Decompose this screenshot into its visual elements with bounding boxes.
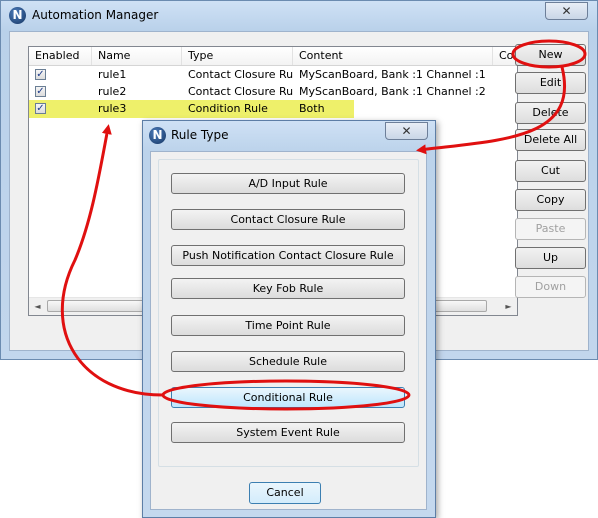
- row-name: rule3: [98, 102, 127, 115]
- scroll-right-icon[interactable]: ►: [500, 298, 517, 315]
- table-row[interactable]: ✓ rule2 Contact Closure Rule MyScanBoard…: [29, 83, 517, 101]
- rule-type-dialog: N Rule Type ✕ A/D Input Rule Contact Clo…: [142, 120, 436, 518]
- row-content: Both: [299, 102, 325, 115]
- cancel-button[interactable]: Cancel: [249, 482, 321, 504]
- ad-input-rule-button[interactable]: A/D Input Rule: [171, 173, 405, 194]
- row-content: MyScanBoard, Bank :1 Channel :1: [299, 68, 486, 81]
- down-button[interactable]: Down: [515, 276, 586, 298]
- enabled-checkbox[interactable]: ✓: [35, 103, 46, 114]
- table-row[interactable]: ✓ rule3 Condition Rule Both: [29, 100, 517, 118]
- key-fob-rule-button[interactable]: Key Fob Rule: [171, 278, 405, 299]
- delete-button[interactable]: Delete: [515, 102, 586, 124]
- window-title: Automation Manager: [32, 8, 159, 22]
- cut-button[interactable]: Cut: [515, 160, 586, 182]
- row-type: Contact Closure Rule: [188, 85, 293, 98]
- paste-button[interactable]: Paste: [515, 218, 586, 240]
- dialog-logo-icon: N: [149, 127, 166, 144]
- scroll-left-icon[interactable]: ◄: [29, 298, 46, 315]
- delete-all-button[interactable]: Delete All: [515, 129, 586, 151]
- push-notification-rule-button[interactable]: Push Notification Contact Closure Rule: [171, 245, 405, 266]
- table-row[interactable]: ✓ rule1 Contact Closure Rule MyScanBoard…: [29, 66, 517, 84]
- row-type: Condition Rule: [188, 102, 268, 115]
- contact-closure-rule-button[interactable]: Contact Closure Rule: [171, 209, 405, 230]
- schedule-rule-button[interactable]: Schedule Rule: [171, 351, 405, 372]
- row-name: rule1: [98, 68, 127, 81]
- conditional-rule-button[interactable]: Conditional Rule: [171, 387, 405, 408]
- row-name: rule2: [98, 85, 127, 98]
- up-button[interactable]: Up: [515, 247, 586, 269]
- enabled-checkbox[interactable]: ✓: [35, 69, 46, 80]
- dialog-client-area: A/D Input Rule Contact Closure Rule Push…: [150, 151, 427, 510]
- column-type[interactable]: Type: [182, 47, 293, 65]
- column-enabled[interactable]: Enabled: [29, 47, 92, 65]
- row-type: Contact Closure Rule: [188, 68, 293, 81]
- rule-type-group: A/D Input Rule Contact Closure Rule Push…: [158, 159, 419, 467]
- column-name[interactable]: Name: [92, 47, 182, 65]
- edit-button[interactable]: Edit: [515, 72, 586, 94]
- new-button[interactable]: New: [515, 44, 586, 66]
- time-point-rule-button[interactable]: Time Point Rule: [171, 315, 405, 336]
- copy-button[interactable]: Copy: [515, 189, 586, 211]
- main-titlebar[interactable]: N Automation Manager ✕: [1, 1, 597, 29]
- app-logo-icon: N: [9, 7, 26, 24]
- enabled-checkbox[interactable]: ✓: [35, 86, 46, 97]
- column-content[interactable]: Content: [293, 47, 493, 65]
- system-event-rule-button[interactable]: System Event Rule: [171, 422, 405, 443]
- close-icon[interactable]: ✕: [545, 2, 588, 20]
- row-content: MyScanBoard, Bank :1 Channel :2: [299, 85, 486, 98]
- dialog-title: Rule Type: [171, 128, 229, 142]
- dialog-titlebar[interactable]: N Rule Type ✕: [143, 121, 435, 149]
- list-header: Enabled Name Type Content Co: [29, 47, 517, 66]
- dialog-close-icon[interactable]: ✕: [385, 122, 428, 140]
